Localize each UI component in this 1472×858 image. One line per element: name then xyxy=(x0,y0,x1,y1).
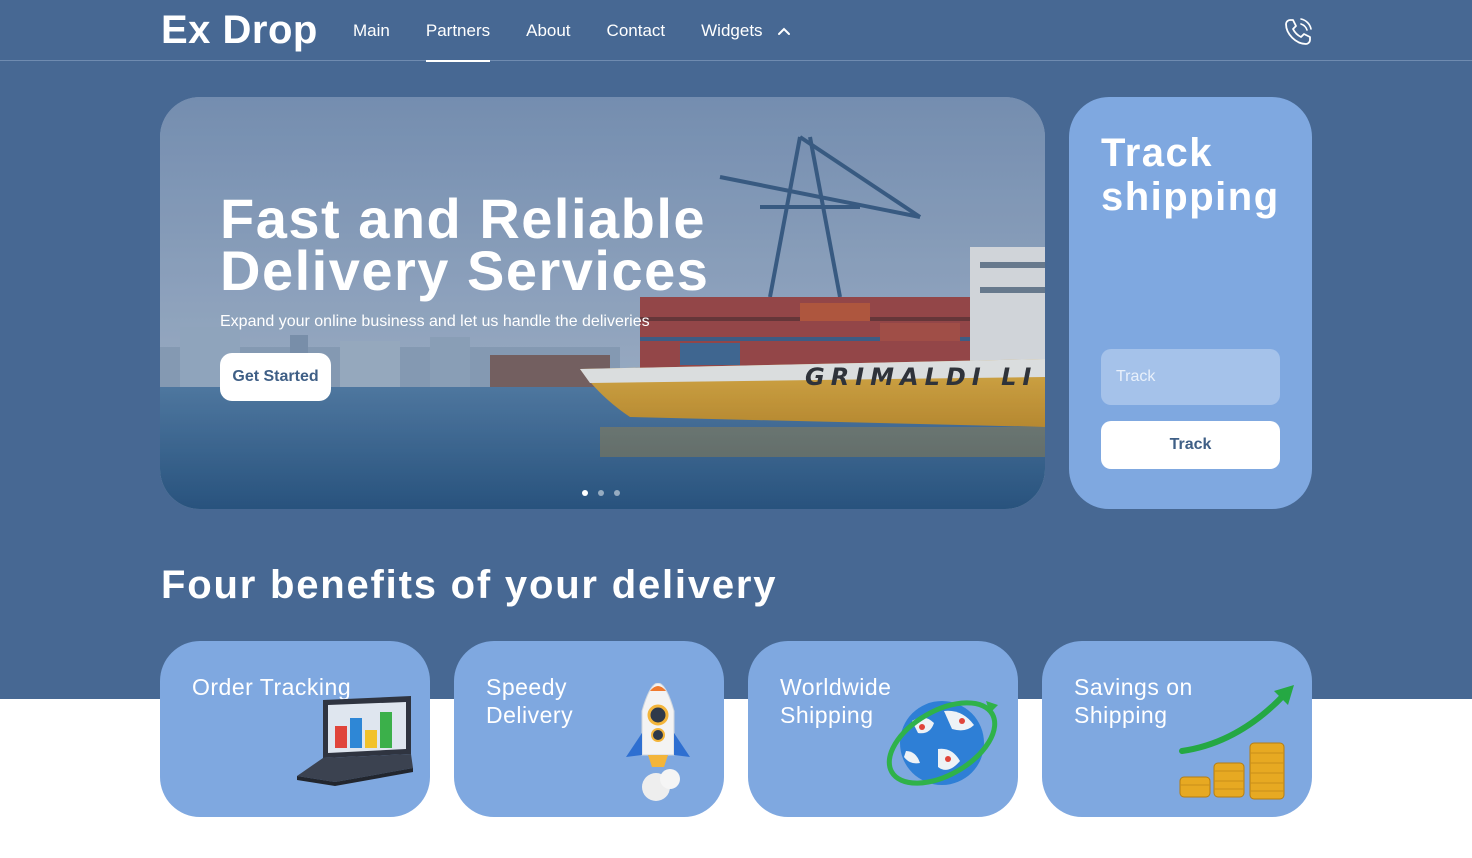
site-header: Ex Drop Main Partners About Contact Widg… xyxy=(0,0,1472,62)
get-started-button[interactable]: Get Started xyxy=(220,353,331,401)
carousel-dot-2[interactable] xyxy=(598,490,604,496)
nav-label: Partners xyxy=(425,21,491,40)
benefits-heading: Four benefits of your delivery xyxy=(161,563,778,607)
track-shipping-card: Track shipping Track xyxy=(1069,97,1312,509)
globe-icon xyxy=(886,700,998,786)
nav-item-main[interactable]: Main xyxy=(353,0,390,61)
main-nav: Main Partners About Contact Widgets xyxy=(353,0,827,62)
brand-logo[interactable]: Ex Drop xyxy=(161,8,318,53)
carousel-dot-3[interactable] xyxy=(614,490,620,496)
benefit-card-label: Speedy Delivery xyxy=(486,674,574,728)
hero-subtitle: Expand your online business and let us h… xyxy=(220,313,650,330)
hero-banner: GRIMALDI LI Fast and Reliable Delivery S… xyxy=(160,97,1045,509)
nav-label: Main xyxy=(353,21,390,40)
coins-growth-icon xyxy=(1179,685,1294,800)
nav-label: Contact xyxy=(606,21,666,40)
nav-label: About xyxy=(526,21,571,40)
chevron-up-icon xyxy=(777,27,790,35)
nav-item-widgets[interactable]: Widgets xyxy=(701,0,790,61)
benefit-card-order-tracking[interactable]: Order Tracking xyxy=(160,641,430,817)
nav-item-contact[interactable]: Contact xyxy=(607,0,666,61)
laptop-chart-icon xyxy=(297,696,413,786)
nav-label: Widgets xyxy=(701,21,763,40)
track-button[interactable]: Track xyxy=(1101,421,1280,469)
track-input[interactable] xyxy=(1101,349,1280,405)
benefit-card-worldwide-shipping[interactable]: Worldwide Shipping xyxy=(748,641,1018,817)
nav-item-partners[interactable]: Partners xyxy=(425,0,491,62)
hero-title: Fast and Reliable Delivery Services xyxy=(220,187,710,302)
benefit-card-savings-on-shipping[interactable]: Savings on Shipping xyxy=(1042,641,1312,817)
nav-item-about[interactable]: About xyxy=(526,0,570,61)
benefit-card-speedy-delivery[interactable]: Speedy Delivery xyxy=(454,641,724,817)
carousel-dots xyxy=(582,490,620,496)
rocket-icon xyxy=(626,683,690,801)
phone-icon[interactable] xyxy=(1282,16,1314,48)
carousel-dot-1[interactable] xyxy=(582,490,588,496)
hero-overlay xyxy=(160,97,1045,509)
track-title: Track shipping xyxy=(1101,131,1280,219)
